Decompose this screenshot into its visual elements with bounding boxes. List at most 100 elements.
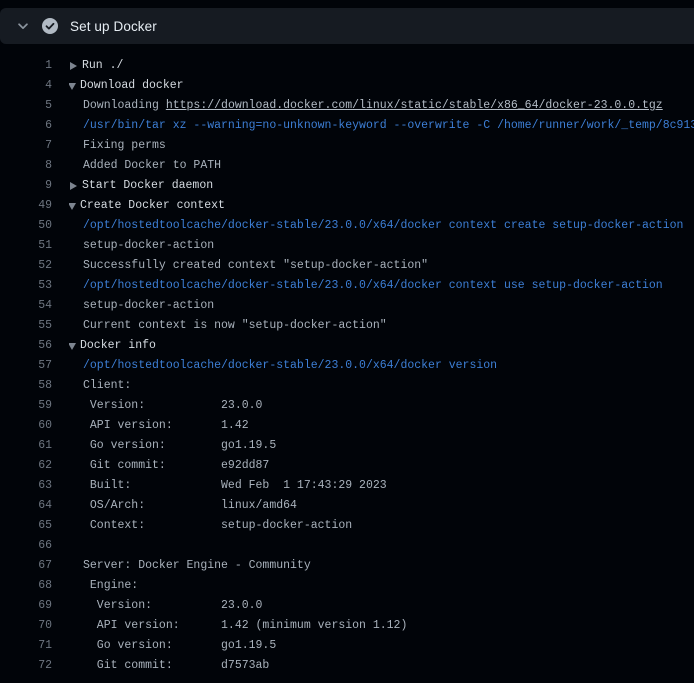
line-number[interactable]: 49 [16, 196, 52, 216]
log-group-label: Docker info [80, 336, 156, 356]
log-command-text: /opt/hostedtoolcache/docker-stable/23.0.… [69, 356, 694, 376]
log-line: 6 /usr/bin/tar xz --warning=no-unknown-k… [0, 116, 694, 136]
log-line: 52 Successfully created context "setup-d… [0, 256, 694, 276]
log-line: 57 /opt/hostedtoolcache/docker-stable/23… [0, 356, 694, 376]
log-group-label: Run ./ [82, 56, 123, 76]
log-line: 49 Create Docker context [0, 196, 694, 216]
log-text: Version: 23.0.0 [69, 396, 694, 416]
log-line: 63 Built: Wed Feb 1 17:43:29 2023 [0, 476, 694, 496]
line-number[interactable]: 62 [16, 456, 52, 476]
line-number[interactable]: 69 [16, 596, 52, 616]
log-line: 1 Run ./ [0, 56, 694, 76]
line-number[interactable]: 72 [16, 656, 52, 676]
log-line: 51 setup-docker-action [0, 236, 694, 256]
log-line: 59 Version: 23.0.0 [0, 396, 694, 416]
log-text: Fixing perms [69, 136, 694, 156]
line-number[interactable]: 71 [16, 636, 52, 656]
line-number[interactable]: 53 [16, 276, 52, 296]
step-success-check-icon [42, 18, 58, 34]
expanded-triangle-icon[interactable] [69, 203, 76, 210]
log-line-content: Downloading https://download.docker.com/… [69, 96, 694, 116]
log-text: Current context is now "setup-docker-act… [69, 316, 694, 336]
line-number[interactable]: 68 [16, 576, 52, 596]
line-number[interactable]: 59 [16, 396, 52, 416]
log-text: Go version: go1.19.5 [69, 636, 694, 656]
line-number[interactable]: 51 [16, 236, 52, 256]
expanded-triangle-icon[interactable] [69, 343, 76, 350]
log-text: Git commit: d7573ab [69, 656, 694, 676]
expanded-triangle-icon[interactable] [69, 83, 76, 90]
log-text: OS/Arch: linux/amd64 [69, 496, 694, 516]
line-number[interactable]: 67 [16, 556, 52, 576]
log-line: 55 Current context is now "setup-docker-… [0, 316, 694, 336]
chevron-down-icon[interactable] [16, 19, 30, 33]
log-text: Go version: go1.19.5 [69, 436, 694, 456]
line-number[interactable]: 5 [16, 96, 52, 116]
log-text: Context: setup-docker-action [69, 516, 694, 536]
log-line: 7 Fixing perms [0, 136, 694, 156]
line-number[interactable]: 1 [16, 56, 52, 76]
log-group-header[interactable]: Start Docker daemon [69, 176, 694, 196]
log-line: 5 Downloading https://download.docker.co… [0, 96, 694, 116]
log-command-text: /usr/bin/tar xz --warning=no-unknown-key… [69, 116, 694, 136]
line-number[interactable]: 7 [16, 136, 52, 156]
log-group-header[interactable]: Docker info [69, 336, 694, 356]
line-number[interactable]: 66 [16, 536, 52, 556]
line-number[interactable]: 4 [16, 76, 52, 96]
log-text: Git commit: e92dd87 [69, 456, 694, 476]
line-number[interactable]: 58 [16, 376, 52, 396]
line-number[interactable]: 60 [16, 416, 52, 436]
step-header[interactable]: Set up Docker [0, 8, 694, 44]
log-group-header[interactable]: Run ./ [69, 56, 694, 76]
line-number[interactable]: 56 [16, 336, 52, 356]
log-text: Server: Docker Engine - Community [69, 556, 694, 576]
log-line: 69 Version: 23.0.0 [0, 596, 694, 616]
log-line: 61 Go version: go1.19.5 [0, 436, 694, 456]
line-number[interactable]: 64 [16, 496, 52, 516]
log-text: Client: [69, 376, 694, 396]
line-number[interactable]: 55 [16, 316, 52, 336]
line-number[interactable]: 6 [16, 116, 52, 136]
line-number[interactable]: 57 [16, 356, 52, 376]
log-line: 70 API version: 1.42 (minimum version 1.… [0, 616, 694, 636]
log-output: 1 Run ./ 4 Download docker 5 Downloading… [0, 44, 694, 676]
log-group-label: Create Docker context [80, 196, 225, 216]
collapsed-triangle-icon[interactable] [70, 62, 77, 70]
log-line: 67 Server: Docker Engine - Community [0, 556, 694, 576]
log-group-header[interactable]: Create Docker context [69, 196, 694, 216]
log-text: Built: Wed Feb 1 17:43:29 2023 [69, 476, 694, 496]
log-line: 4 Download docker [0, 76, 694, 96]
log-line: 9 Start Docker daemon [0, 176, 694, 196]
log-text: Version: 23.0.0 [69, 596, 694, 616]
line-number[interactable]: 65 [16, 516, 52, 536]
workflow-log-panel: Set up Docker 1 Run ./ 4 Download docker… [0, 0, 694, 683]
log-command-text: /opt/hostedtoolcache/docker-stable/23.0.… [69, 276, 694, 296]
log-text: Successfully created context "setup-dock… [69, 256, 694, 276]
log-group-label: Download docker [80, 76, 184, 96]
log-line: 66 [0, 536, 694, 556]
log-group-label: Start Docker daemon [82, 176, 213, 196]
log-text: setup-docker-action [69, 236, 694, 256]
line-number[interactable]: 52 [16, 256, 52, 276]
log-text: API version: 1.42 (minimum version 1.12) [69, 616, 694, 636]
line-number[interactable]: 9 [16, 176, 52, 196]
line-number[interactable]: 61 [16, 436, 52, 456]
line-number[interactable]: 70 [16, 616, 52, 636]
log-text: Added Docker to PATH [69, 156, 694, 176]
log-line: 72 Git commit: d7573ab [0, 656, 694, 676]
line-number[interactable]: 8 [16, 156, 52, 176]
log-line: 8 Added Docker to PATH [0, 156, 694, 176]
log-group-header[interactable]: Download docker [69, 76, 694, 96]
log-line: 62 Git commit: e92dd87 [0, 456, 694, 476]
log-line: 54 setup-docker-action [0, 296, 694, 316]
collapsed-triangle-icon[interactable] [70, 182, 77, 190]
log-line: 60 API version: 1.42 [0, 416, 694, 436]
log-url-link[interactable]: https://download.docker.com/linux/static… [166, 99, 663, 112]
log-line: 56 Docker info [0, 336, 694, 356]
line-number[interactable]: 50 [16, 216, 52, 236]
log-line: 65 Context: setup-docker-action [0, 516, 694, 536]
log-line: 71 Go version: go1.19.5 [0, 636, 694, 656]
line-number[interactable]: 54 [16, 296, 52, 316]
log-text: setup-docker-action [69, 296, 694, 316]
line-number[interactable]: 63 [16, 476, 52, 496]
